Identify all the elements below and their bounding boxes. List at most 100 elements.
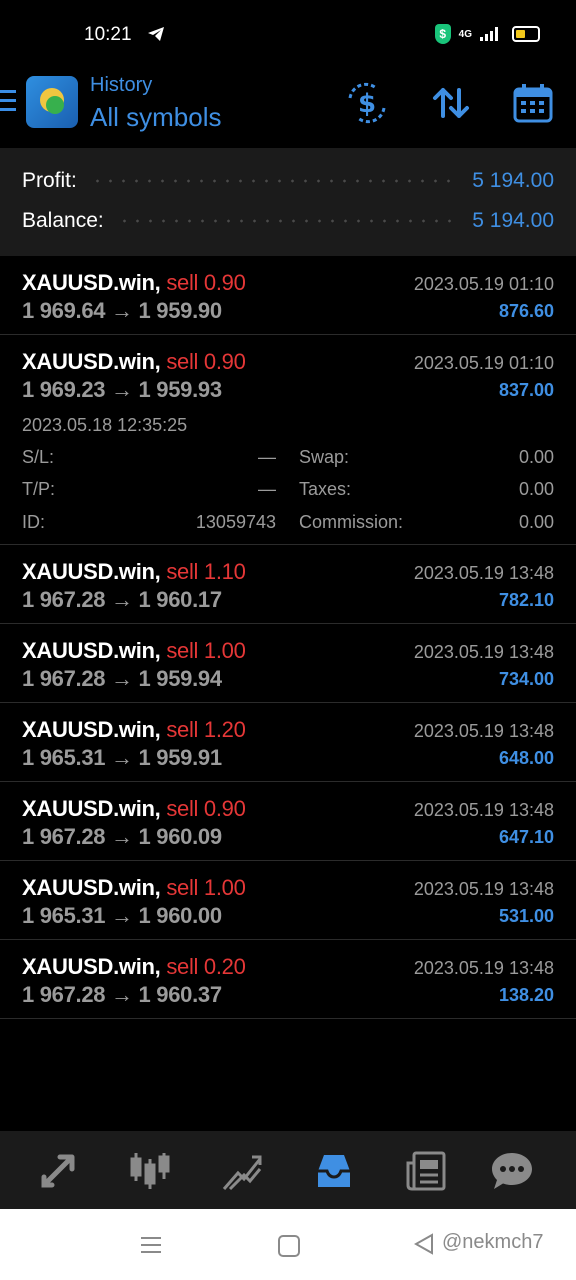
trade-profit: 734.00: [498, 669, 554, 689]
trade-date: 2023.05.19 13:48: [413, 958, 554, 978]
trade-prices: 1 967.28 → 1 960.09: [22, 824, 222, 849]
balance-row: Balance: 5 194.00: [22, 201, 554, 241]
recent-apps-button[interactable]: [141, 1237, 161, 1258]
calendar-icon: [513, 84, 553, 123]
trade-profit: 782.10: [498, 590, 554, 610]
trade-side: sell 0.90: [166, 270, 246, 295]
trade-date: 2023.05.19 13:48: [413, 800, 554, 820]
telegram-icon: [147, 26, 165, 47]
trade-symbol: XAUUSD.win,: [22, 796, 161, 821]
trade-symbol: XAUUSD.win,: [22, 270, 161, 295]
trade-row[interactable]: XAUUSD.win, sell 1.20 1 965.31 → 1 959.9…: [0, 703, 576, 782]
profit-value: 5 194.00: [472, 169, 554, 192]
trade-list: XAUUSD.win, sell 0.90 1 969.64 → 1 959.9…: [0, 256, 576, 1019]
id-value: 13059743: [195, 512, 276, 532]
trade-symbol-line: XAUUSD.win, sell 1.10: [22, 559, 246, 585]
trade-symbol: XAUUSD.win,: [22, 638, 161, 663]
trade-prices: 1 969.64 → 1 959.90: [22, 298, 222, 323]
network-type: 4G: [458, 28, 472, 40]
trade-prices: 1 967.28 → 1 959.94: [22, 666, 222, 691]
sort-icon: [433, 88, 469, 118]
system-navigation: @nekmch7: [0, 1209, 576, 1280]
trade-row[interactable]: XAUUSD.win, sell 0.90 1 969.64 → 1 959.9…: [0, 256, 576, 335]
nav-history[interactable]: [312, 1149, 356, 1193]
signal-icon: [480, 27, 498, 41]
symbol-filter[interactable]: All symbols: [90, 102, 221, 133]
nav-messages[interactable]: [490, 1149, 534, 1193]
sort-button[interactable]: [430, 82, 472, 124]
battery-icon: [512, 26, 540, 42]
nav-chart[interactable]: [128, 1149, 172, 1193]
back-icon: [413, 1233, 433, 1255]
trade-date: 2023.05.19 13:48: [413, 563, 554, 583]
trade-date: 2023.05.19 01:10: [413, 274, 554, 294]
trade-row[interactable]: XAUUSD.win, sell 0.90 1 967.28 → 1 960.0…: [0, 782, 576, 861]
svg-text:$: $: [358, 89, 376, 119]
balance-value: 5 194.00: [472, 209, 554, 232]
trade-symbol-line: XAUUSD.win, sell 0.90: [22, 270, 246, 296]
trade-row[interactable]: XAUUSD.win, sell 1.00 1 967.28 → 1 959.9…: [0, 624, 576, 703]
trade-date: 2023.05.19 01:10: [413, 353, 554, 373]
trade-profit: 648.00: [498, 748, 554, 768]
trade-symbol: XAUUSD.win,: [22, 954, 161, 979]
nav-quotes[interactable]: [36, 1149, 80, 1193]
trade-symbol-line: XAUUSD.win, sell 1.20: [22, 717, 246, 743]
period-button[interactable]: [512, 82, 554, 124]
profit-label: Profit:: [22, 169, 77, 192]
sl-label: S/L:: [22, 447, 55, 467]
trade-prices: 1 965.31 → 1 960.00: [22, 903, 222, 928]
commission-label: Commission:: [299, 512, 404, 532]
open-time: 2023.05.18 12:35:25: [22, 415, 188, 435]
tp-label: T/P:: [22, 479, 56, 499]
dotted-leader: [90, 179, 459, 183]
trade-side: sell 0.20: [166, 954, 246, 979]
swap-value: 0.00: [518, 447, 554, 467]
detail-row: S/L: — Swap: 0.00: [22, 447, 554, 477]
menu-icon[interactable]: [0, 90, 16, 112]
messages-icon: [492, 1153, 532, 1189]
shield-icon: $: [434, 24, 451, 44]
trade-prices: 1 967.28 → 1 960.17: [22, 587, 222, 612]
currency-exchange-icon: $: [348, 82, 386, 124]
trade-row-expanded[interactable]: XAUUSD.win, sell 0.90 1 969.23 → 1 959.9…: [0, 335, 576, 545]
trade-symbol-line: XAUUSD.win, sell 1.00: [22, 638, 246, 664]
trade-side: sell 1.00: [166, 638, 246, 663]
dotted-leader: [117, 219, 459, 223]
account-summary: Profit: 5 194.00 Balance: 5 194.00: [0, 148, 576, 256]
news-icon: [406, 1151, 446, 1191]
trade-row[interactable]: XAUUSD.win, sell 0.20 1 967.28 → 1 960.3…: [0, 940, 576, 1019]
trade-profit: 138.20: [498, 985, 554, 1005]
trade-symbol: XAUUSD.win,: [22, 717, 161, 742]
status-bar: 10:21 $ 4G: [0, 0, 576, 64]
detail-row: T/P: — Taxes: 0.00: [22, 479, 554, 509]
nav-trade[interactable]: [220, 1149, 264, 1193]
sl-value: —: [258, 447, 276, 467]
history-icon: [318, 1155, 350, 1187]
trade-prices: 1 969.23 → 1 959.93: [22, 377, 222, 402]
trade-row[interactable]: XAUUSD.win, sell 1.00 1 965.31 → 1 960.0…: [0, 861, 576, 940]
balance-label: Balance:: [22, 209, 104, 232]
trade-icon: [222, 1155, 262, 1191]
trade-profit: 647.10: [498, 827, 554, 847]
detail-row: ID: 13059743 Commission: 0.00: [22, 512, 554, 542]
app-header: History All symbols $: [0, 64, 576, 148]
bottom-navigation: [0, 1131, 576, 1209]
nav-news[interactable]: [404, 1149, 448, 1193]
trade-side: sell 1.10: [166, 559, 246, 584]
trade-date: 2023.05.19 13:48: [413, 879, 554, 899]
trade-symbol-line: XAUUSD.win, sell 0.90: [22, 349, 246, 375]
trade-row[interactable]: XAUUSD.win, sell 1.10 1 967.28 → 1 960.1…: [0, 545, 576, 624]
swap-label: Swap:: [299, 447, 350, 467]
quotes-icon: [41, 1154, 75, 1188]
profit-row: Profit: 5 194.00: [22, 161, 554, 201]
back-button[interactable]: [413, 1233, 434, 1260]
home-button[interactable]: [278, 1235, 300, 1257]
taxes-label: Taxes:: [299, 479, 352, 499]
trade-prices: 1 967.28 → 1 960.37: [22, 982, 222, 1007]
tp-value: —: [258, 479, 276, 499]
trade-symbol-line: XAUUSD.win, sell 0.20: [22, 954, 246, 980]
trade-side: sell 0.90: [166, 349, 246, 374]
deposit-withdraw-button[interactable]: $: [346, 82, 388, 124]
trade-side: sell 0.90: [166, 796, 246, 821]
app-logo: [26, 76, 78, 128]
